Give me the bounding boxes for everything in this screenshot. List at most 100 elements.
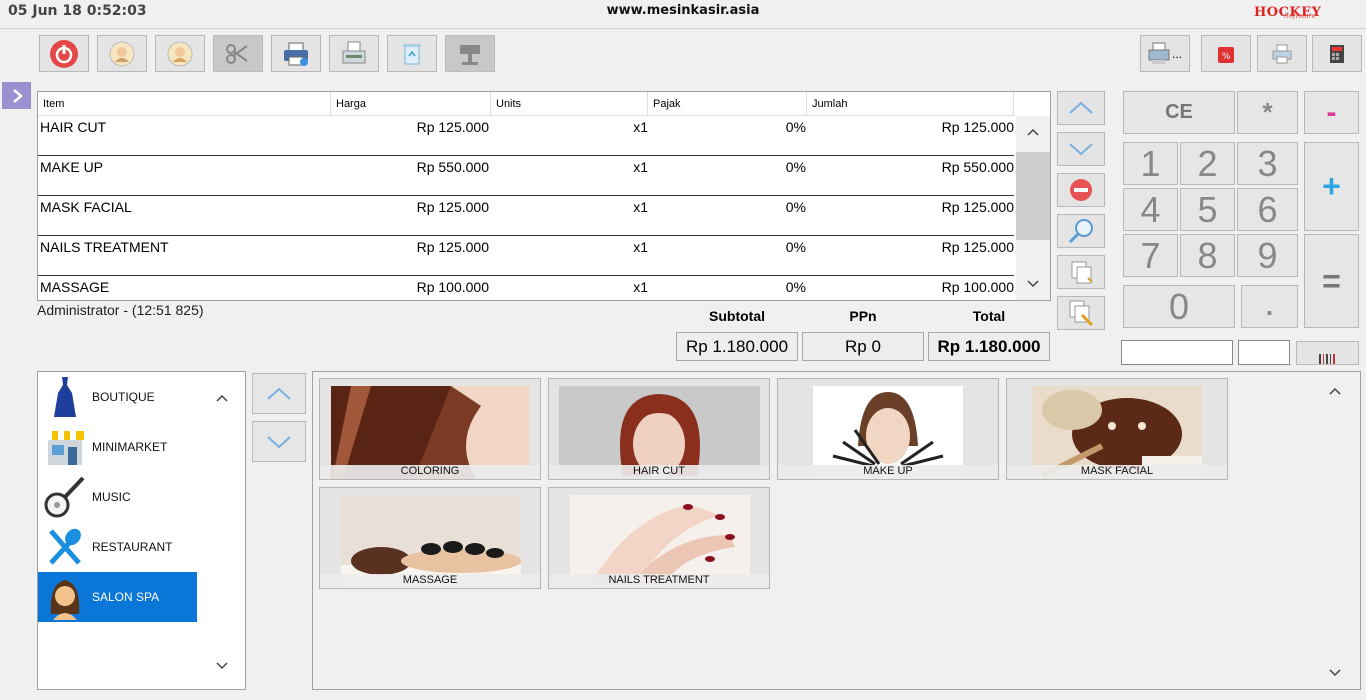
digit-2-key[interactable]: 2	[1180, 142, 1235, 185]
grid-scrollbar[interactable]	[1016, 116, 1050, 300]
cell-units: x1	[633, 239, 648, 255]
product-massage[interactable]: MASSAGE	[319, 487, 541, 589]
table-row[interactable]: MAKE UP Rp 550.000 x1 0% Rp 550.000	[38, 156, 1014, 196]
plus-key[interactable]: +	[1304, 142, 1359, 231]
move-up-button[interactable]	[1057, 91, 1105, 125]
category-scroll-down-icon[interactable]	[216, 662, 228, 670]
product-label: NAILS TREATMENT	[549, 574, 769, 588]
cash-register-button[interactable]	[1312, 35, 1362, 72]
scroll-down-icon[interactable]	[1027, 280, 1039, 288]
category-scroll-up-icon[interactable]	[216, 394, 228, 402]
cell-pajak: 0%	[785, 159, 806, 175]
user-login-icon	[109, 41, 135, 66]
product-nails-treatment[interactable]: NAILS TREATMENT	[548, 487, 770, 589]
digit-7-key[interactable]: 7	[1123, 234, 1178, 277]
print-button[interactable]	[271, 35, 321, 72]
category-page-down-button[interactable]	[252, 421, 306, 462]
logo-subtext: Software	[1284, 12, 1317, 20]
edit-line-button[interactable]	[1057, 296, 1105, 330]
category-music[interactable]: MUSIC	[38, 472, 197, 522]
product-scroll-down-icon[interactable]	[1329, 669, 1341, 677]
clear-entry-key[interactable]: CE	[1123, 91, 1235, 134]
cell-pajak: 0%	[785, 119, 806, 135]
total-value: Rp 1.180.000	[928, 332, 1050, 361]
category-label: BOUTIQUE	[92, 390, 155, 404]
table-row[interactable]: NAILS TREATMENT Rp 125.000 x1 0% Rp 125.000	[38, 236, 1014, 276]
cell-units: x1	[633, 279, 648, 295]
product-scroll-up-icon[interactable]	[1329, 387, 1341, 395]
product-make-up[interactable]: MAKE UP	[777, 378, 999, 480]
table-row[interactable]: HAIR CUT Rp 125.000 x1 0% Rp 125.000	[38, 116, 1014, 156]
product-label: MASSAGE	[320, 574, 540, 588]
column-header-harga: Harga	[331, 92, 491, 116]
digit-3-key[interactable]: 3	[1237, 142, 1298, 185]
ppn-value: Rp 0	[802, 332, 924, 361]
cash-register-icon	[1330, 44, 1344, 63]
decimal-key[interactable]: .	[1241, 285, 1298, 328]
delete-line-button[interactable]	[1057, 173, 1105, 207]
woman-icon	[50, 580, 80, 620]
category-boutique[interactable]: BOUTIQUE	[38, 372, 197, 422]
quantity-input[interactable]	[1238, 340, 1290, 365]
digit-5-key[interactable]: 5	[1180, 188, 1235, 231]
receipt-printer-button[interactable]	[329, 35, 379, 72]
category-minimarket[interactable]: MINIMARKET	[38, 422, 197, 472]
order-grid[interactable]: Item Harga Units Pajak Jumlah HAIR CUT Rp…	[37, 91, 1051, 301]
category-list[interactable]: BOUTIQUE MINIMARKET MUSIC RESTAURANT SAL…	[37, 371, 246, 690]
digit-6-key[interactable]: 6	[1237, 188, 1298, 231]
arrow-down-icon	[1069, 143, 1093, 156]
cell-item: MAKE UP	[40, 159, 104, 175]
search-icon	[1068, 219, 1093, 244]
table-row[interactable]: MASK FACIAL Rp 125.000 x1 0% Rp 125.000	[38, 196, 1014, 236]
cell-item: MASK FACIAL	[40, 199, 132, 215]
cashier-desk-button[interactable]	[445, 35, 495, 72]
cell-pajak: 0%	[785, 239, 806, 255]
column-header-pajak: Pajak	[648, 92, 807, 116]
equals-key[interactable]: =	[1304, 234, 1359, 328]
move-down-button[interactable]	[1057, 132, 1105, 166]
user-login-button[interactable]	[97, 35, 147, 72]
print-receipt-button[interactable]	[1257, 35, 1307, 72]
category-salon-spa[interactable]: SALON SPA	[38, 572, 197, 622]
cell-item: MASSAGE	[40, 279, 110, 295]
svg-text:%: %	[1222, 52, 1231, 62]
scroll-up-icon[interactable]	[1027, 128, 1039, 136]
copy-line-button[interactable]	[1057, 255, 1105, 289]
minus-key[interactable]: -	[1304, 91, 1359, 134]
cell-harga: Rp 550.000	[416, 159, 489, 175]
multiply-key[interactable]: *	[1237, 91, 1298, 134]
digit-8-key[interactable]: 8	[1180, 234, 1235, 277]
edit-copy-icon	[1069, 300, 1094, 327]
discount-button[interactable]: %	[1201, 35, 1251, 72]
cut-button[interactable]	[213, 35, 263, 72]
category-page-up-button[interactable]	[252, 373, 306, 414]
printer-options-button[interactable]: ...	[1140, 35, 1190, 72]
barcode-button[interactable]	[1296, 341, 1359, 365]
grid-scrollbar-thumb[interactable]	[1016, 152, 1050, 240]
product-mask-facial[interactable]: MASK FACIAL	[1006, 378, 1228, 480]
product-coloring[interactable]: COLORING	[319, 378, 541, 480]
category-restaurant[interactable]: RESTAURANT	[38, 522, 197, 572]
user-logout-button[interactable]	[155, 35, 205, 72]
user-logout-icon	[167, 41, 193, 66]
category-label: MINIMARKET	[92, 440, 168, 454]
search-button[interactable]	[1057, 214, 1105, 248]
discount-tag-icon: %	[1218, 46, 1234, 63]
chevron-right-icon	[12, 88, 23, 103]
cell-jumlah: Rp 125.000	[941, 239, 1014, 255]
product-hair-cut[interactable]: HAIR CUT	[548, 378, 770, 480]
category-label: RESTAURANT	[92, 540, 173, 554]
cell-units: x1	[633, 119, 648, 135]
recycle-bin-button[interactable]	[387, 35, 437, 72]
digit-0-key[interactable]: 0	[1123, 285, 1235, 328]
digit-4-key[interactable]: 4	[1123, 188, 1178, 231]
product-panel[interactable]: COLORING HAIR CUT MAKE UP MASK FACIAL MA…	[312, 371, 1361, 690]
barcode-input[interactable]	[1121, 340, 1233, 365]
table-row[interactable]: MASSAGE Rp 100.000 x1 0% Rp 100.000	[38, 276, 1014, 300]
register-icon	[1148, 42, 1170, 64]
digit-1-key[interactable]: 1	[1123, 142, 1178, 185]
barcode-icon	[1318, 354, 1335, 364]
power-button[interactable]	[39, 35, 89, 72]
expand-sidebar-button[interactable]	[2, 82, 31, 109]
digit-9-key[interactable]: 9	[1237, 234, 1298, 277]
